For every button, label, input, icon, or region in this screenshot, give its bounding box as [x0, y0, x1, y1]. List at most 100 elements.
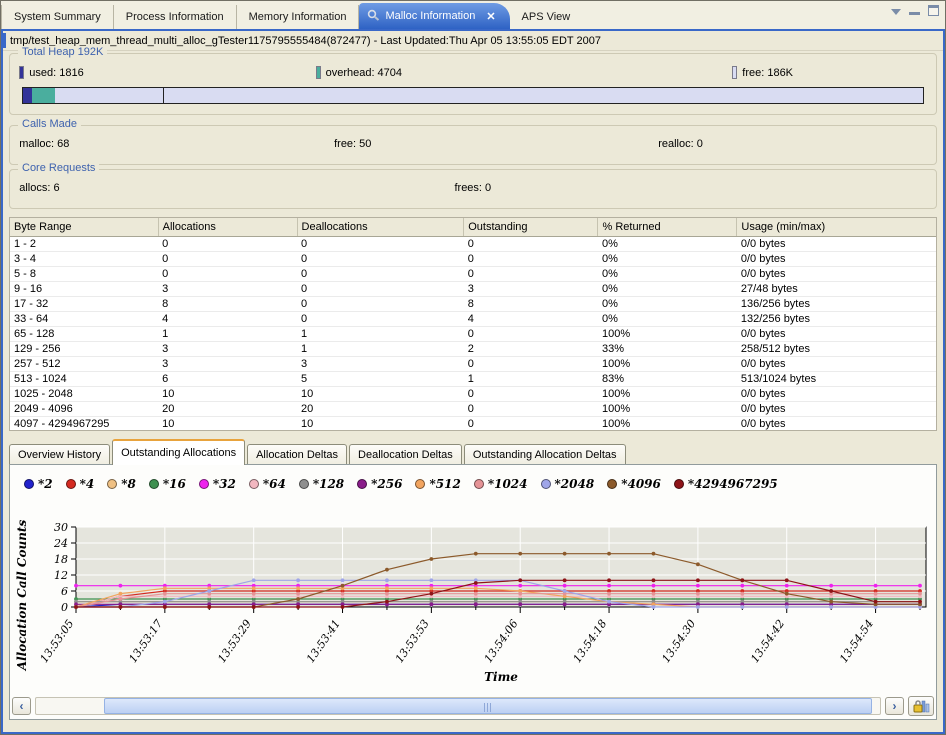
tab-label: System Summary: [14, 11, 101, 23]
calls-made-item: malloc: 68: [19, 138, 69, 150]
table-row[interactable]: 9 - 163030%27/48 bytes: [10, 281, 936, 296]
tab-memory-information[interactable]: Memory Information: [237, 5, 360, 29]
table-row[interactable]: 1025 - 204810100100%0/0 bytes: [10, 386, 936, 401]
close-icon[interactable]: ✕: [486, 10, 495, 23]
legend-dot: [107, 479, 117, 489]
table-row[interactable]: 2049 - 409620200100%0/0 bytes: [10, 401, 936, 416]
tab-malloc-information[interactable]: Malloc Information✕: [359, 3, 509, 29]
tab-outstanding-allocations[interactable]: Outstanding Allocations: [112, 439, 245, 465]
table-row[interactable]: 33 - 644040%132/256 bytes: [10, 311, 936, 326]
table-cell: 4097 - 4294967295: [10, 416, 158, 431]
table-row[interactable]: 513 - 102465183%513/1024 bytes: [10, 371, 936, 386]
svg-text:13:53:41: 13:53:41: [304, 617, 343, 665]
table-cell: 0: [297, 311, 464, 326]
table-cell: 1: [158, 326, 297, 341]
heap-used-segment: [23, 88, 32, 103]
heap-overhead-segment: [32, 88, 55, 103]
table-cell: 0: [464, 401, 598, 416]
core-requests-group: Core Requests allocs: 6frees: 0: [9, 169, 937, 209]
legend-label: *128: [313, 477, 344, 491]
tab-deallocation-deltas[interactable]: Deallocation Deltas: [349, 444, 462, 465]
horizontal-scrollbar-row: ‹ ›: [12, 696, 934, 716]
column-header-usage-min-max-[interactable]: Usage (min/max): [737, 218, 936, 236]
table-cell: 0%: [598, 311, 737, 326]
legend-label: *4096: [621, 477, 661, 491]
tab-outstanding-allocation-deltas[interactable]: Outstanding Allocation Deltas: [464, 444, 626, 465]
lock-chart-button[interactable]: [908, 696, 934, 716]
table-cell: 0: [158, 266, 297, 281]
table-row[interactable]: 3 - 40000%0/0 bytes: [10, 251, 936, 266]
legend-dot: [541, 479, 551, 489]
svg-text:12: 12: [54, 569, 68, 582]
scrollbar-grip: [484, 703, 492, 712]
column-header-deallocations[interactable]: Deallocations: [297, 218, 464, 236]
table-cell: 0: [464, 266, 598, 281]
column-header-byte-range[interactable]: Byte Range: [10, 218, 158, 236]
legend-item-32: *32: [199, 477, 236, 491]
legend-label: *256: [371, 477, 402, 491]
table-row[interactable]: 4097 - 429496729510100100%0/0 bytes: [10, 416, 936, 431]
table-cell: 0/0 bytes: [737, 266, 936, 281]
scroll-right-button[interactable]: ›: [885, 697, 904, 715]
legend-dot: [199, 479, 209, 489]
table-cell: 3 - 4: [10, 251, 158, 266]
table-row[interactable]: 1 - 20000%0/0 bytes: [10, 236, 936, 251]
table-cell: 10: [158, 416, 297, 431]
malloc-analysis-icon: [367, 9, 380, 24]
table-cell: 1: [297, 341, 464, 356]
table-cell: 3: [297, 356, 464, 371]
legend-item-4096: *4096: [607, 477, 661, 491]
heap-swatch-1: [316, 66, 321, 79]
tab-allocation-deltas[interactable]: Allocation Deltas: [247, 444, 347, 465]
heap-legend-label: overhead: 4704: [326, 67, 402, 79]
tab-label: Process Information: [126, 11, 224, 23]
tab-aps-view[interactable]: APS View: [510, 5, 583, 29]
table-cell: 0%: [598, 251, 737, 266]
calls-made-item: realloc: 0: [658, 138, 703, 150]
table-cell: 0/0 bytes: [737, 326, 936, 341]
table-cell: 0: [464, 236, 598, 251]
legend-dot: [149, 479, 159, 489]
svg-text:6: 6: [61, 585, 68, 598]
svg-text:13:53:05: 13:53:05: [37, 617, 76, 665]
tab-label: APS View: [522, 11, 571, 23]
table-cell: 10: [297, 416, 464, 431]
table-cell: 10: [158, 386, 297, 401]
scrollbar-track[interactable]: [35, 697, 881, 715]
tab-system-summary[interactable]: System Summary: [1, 5, 114, 29]
scrollbar-thumb[interactable]: [104, 698, 872, 714]
table-cell: 65 - 128: [10, 326, 158, 341]
table-cell: 0/0 bytes: [737, 236, 936, 251]
chart-panel: *2*4*8*16*32*64*128*256*512*1024*2048*40…: [9, 464, 937, 720]
table-cell: 136/256 bytes: [737, 296, 936, 311]
scroll-left-button[interactable]: ‹: [12, 697, 31, 715]
table-cell: 0%: [598, 296, 737, 311]
table-row[interactable]: 65 - 128110100%0/0 bytes: [10, 326, 936, 341]
minimize-icon[interactable]: [909, 6, 920, 15]
column-header-outstanding[interactable]: Outstanding: [464, 218, 598, 236]
table-cell: 100%: [598, 386, 737, 401]
legend-dot: [607, 479, 617, 489]
legend-item-4: *4: [66, 477, 95, 491]
heap-legend-item: overhead: 4704: [316, 66, 402, 79]
tab-label: Memory Information: [249, 11, 347, 23]
column-header--returned[interactable]: % Returned: [598, 218, 737, 236]
table-cell: 3: [158, 281, 297, 296]
legend-dot: [357, 479, 367, 489]
table-cell: 10: [297, 386, 464, 401]
legend-item-128: *128: [299, 477, 344, 491]
table-row[interactable]: 129 - 25631233%258/512 bytes: [10, 341, 936, 356]
column-header-allocations[interactable]: Allocations: [158, 218, 297, 236]
table-row[interactable]: 5 - 80000%0/0 bytes: [10, 266, 936, 281]
table-cell: 132/256 bytes: [737, 311, 936, 326]
tab-overview-history[interactable]: Overview History: [9, 444, 110, 465]
table-row[interactable]: 17 - 328080%136/256 bytes: [10, 296, 936, 311]
tab-process-information[interactable]: Process Information: [114, 5, 237, 29]
view-menu-icon[interactable]: [891, 9, 901, 15]
maximize-icon[interactable]: [928, 5, 939, 16]
table-cell: 20: [158, 401, 297, 416]
table-row[interactable]: 257 - 512330100%0/0 bytes: [10, 356, 936, 371]
heap-legend-item: used: 1816: [19, 66, 83, 79]
total-heap-group: Total Heap 192K used: 1816overhead: 4704…: [9, 53, 937, 115]
legend-dot: [249, 479, 259, 489]
